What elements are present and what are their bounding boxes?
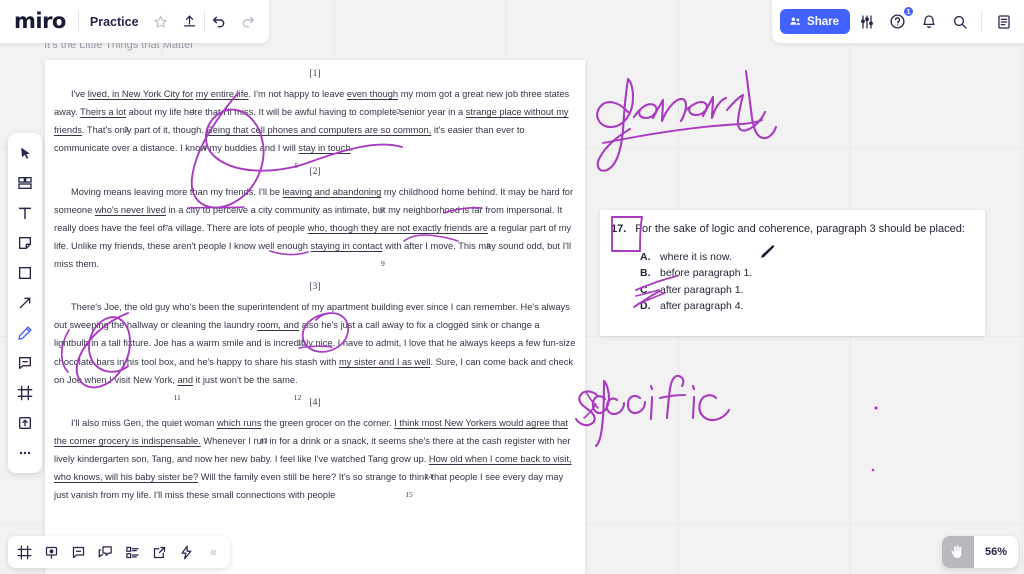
underlined-span: even though bbox=[346, 89, 399, 99]
underlined-span: room, and bbox=[257, 320, 299, 331]
shapes-tool[interactable] bbox=[11, 259, 39, 287]
header-left-bar: miro Practice bbox=[0, 0, 269, 43]
collapse-icon[interactable]: « bbox=[200, 539, 227, 565]
question-header: 17. For the sake of logic and coherence,… bbox=[600, 210, 985, 235]
underlined-span: my entire life bbox=[195, 89, 249, 99]
search-icon[interactable] bbox=[945, 7, 974, 36]
underlined-span: who's never lived bbox=[94, 204, 166, 215]
choice-text: before paragraph 1. bbox=[660, 267, 753, 280]
sliders-icon[interactable] bbox=[852, 7, 881, 36]
frame-tool[interactable] bbox=[11, 379, 39, 407]
pen-tool[interactable] bbox=[11, 319, 39, 347]
star-icon[interactable] bbox=[146, 7, 175, 36]
question-card[interactable]: 17. For the sake of logic and coherence,… bbox=[600, 210, 985, 336]
question-choice[interactable]: C. after paragraph 1. bbox=[640, 282, 985, 298]
paragraph-number: [2] bbox=[309, 166, 321, 177]
header-right-bar: Share 1 bbox=[772, 0, 1024, 43]
help-badge-count: 1 bbox=[903, 6, 914, 17]
frames-panel-icon[interactable] bbox=[11, 539, 38, 565]
underlined-span: my sister and I as well bbox=[338, 356, 431, 367]
passage-span: . That's only part of it, though. bbox=[81, 125, 207, 136]
upload-tool[interactable] bbox=[11, 409, 39, 437]
passage-span: Moving means leaving more than my friend… bbox=[71, 186, 283, 197]
passage-span: the green grocer on the corner. bbox=[263, 417, 395, 428]
left-toolbar bbox=[8, 133, 42, 473]
underlined-span: stay in touch bbox=[298, 143, 351, 154]
sticky-note-tool[interactable] bbox=[11, 229, 39, 257]
choice-label: D. bbox=[640, 299, 651, 312]
underlined-span: leaving and abandoning bbox=[282, 186, 382, 197]
underlined-span: which runs bbox=[216, 417, 262, 428]
paragraph-number: [1] bbox=[309, 69, 321, 79]
more-tools[interactable] bbox=[11, 439, 39, 467]
passage-span: I've bbox=[71, 89, 88, 99]
paragraph-text: There's Joe, the old guy who's been the … bbox=[54, 302, 576, 402]
templates-tool[interactable] bbox=[11, 169, 39, 197]
share-button[interactable]: Share bbox=[780, 9, 850, 34]
question-choice[interactable]: B. before paragraph 1. bbox=[640, 265, 985, 281]
question-stem: For the sake of logic and coherence, par… bbox=[635, 223, 965, 235]
question-choice[interactable]: A. where it is now. bbox=[640, 249, 985, 265]
export-icon[interactable] bbox=[146, 539, 173, 565]
redo-icon bbox=[234, 7, 263, 36]
help-icon[interactable]: 1 bbox=[883, 6, 914, 36]
share-button-label: Share bbox=[807, 15, 839, 28]
passage-span: Will the family even still be here? It's… bbox=[198, 472, 410, 483]
presentation-icon[interactable] bbox=[38, 539, 65, 565]
paragraph-text: I'll also miss Gen, the quiet woman whic… bbox=[54, 417, 572, 501]
apps-icon[interactable] bbox=[173, 539, 200, 565]
passage-span: about my life here that I'll miss. It wi… bbox=[128, 107, 466, 118]
passage-body: [1] I've lived, in New York City for 1 my … bbox=[45, 69, 585, 504]
passage-paragraph-list: [1] I've lived, in New York City for 1 my … bbox=[54, 69, 576, 504]
miro-logo[interactable]: miro bbox=[0, 11, 78, 32]
underlined-span: Being that cell phones and computers are… bbox=[206, 125, 432, 136]
question-choice[interactable]: D. after paragraph 4. bbox=[640, 298, 985, 314]
choice-text: after paragraph 4. bbox=[660, 299, 744, 312]
upload-icon[interactable] bbox=[175, 7, 204, 36]
question-choice-list: A. where it is now. B. before paragraph 1. C… bbox=[640, 249, 985, 314]
text-tool[interactable] bbox=[11, 199, 39, 227]
comment-tool[interactable] bbox=[11, 349, 39, 377]
underlined-span: and bbox=[177, 374, 194, 385]
cursor-tool[interactable] bbox=[11, 139, 39, 167]
board-title[interactable]: Practice bbox=[79, 15, 146, 29]
choice-text: after paragraph 1. bbox=[660, 283, 744, 296]
choice-label: C. bbox=[640, 283, 651, 296]
paragraph-text: Moving means leaving more than my friend… bbox=[54, 186, 574, 270]
underlined-span: who, though they are not exactly friends… bbox=[307, 222, 488, 233]
choice-text: where it is now. bbox=[660, 251, 732, 263]
chat-icon[interactable] bbox=[92, 539, 119, 565]
zoom-control: 56% bbox=[941, 536, 1018, 568]
connection-line-tool[interactable] bbox=[11, 289, 39, 317]
choice-label: B. bbox=[640, 267, 651, 280]
passage-span: I'll also miss Gen, the quiet woman bbox=[71, 417, 217, 428]
undo-icon[interactable] bbox=[205, 7, 234, 36]
bottom-toolbar: « bbox=[8, 536, 230, 568]
passage-document-card[interactable]: [1] I've lived, in New York City for 1 my … bbox=[45, 60, 585, 574]
question-number: 17. bbox=[611, 223, 627, 235]
passage-span: . I'm not happy to leave bbox=[248, 89, 347, 99]
passage-span: . bbox=[350, 143, 354, 154]
notes-panel-icon[interactable] bbox=[989, 7, 1018, 36]
cards-icon[interactable] bbox=[119, 539, 146, 565]
underlined-span: lived, in New York City for bbox=[87, 89, 194, 99]
zoom-level-label[interactable]: 56% bbox=[974, 546, 1018, 558]
underlined-span: staying in contact bbox=[310, 240, 383, 251]
paragraph-number: [3] bbox=[309, 282, 321, 293]
paragraph-text: I've lived, in New York City for 1 my ent… bbox=[54, 89, 570, 171]
paragraph-number: [4] bbox=[309, 397, 321, 408]
passage-span: it just won't be the same. bbox=[193, 374, 298, 385]
hand-tool[interactable] bbox=[941, 536, 974, 568]
header-divider-3 bbox=[981, 10, 982, 33]
comments-icon[interactable] bbox=[65, 539, 92, 565]
choice-label: A. bbox=[640, 251, 651, 263]
pen-cursor-icon bbox=[761, 245, 775, 258]
underlined-span: Theirs a lot bbox=[80, 107, 127, 118]
bell-icon[interactable] bbox=[914, 7, 943, 36]
miro-board-app: [1] I've lived, in New York City for 1 my … bbox=[0, 0, 1024, 574]
